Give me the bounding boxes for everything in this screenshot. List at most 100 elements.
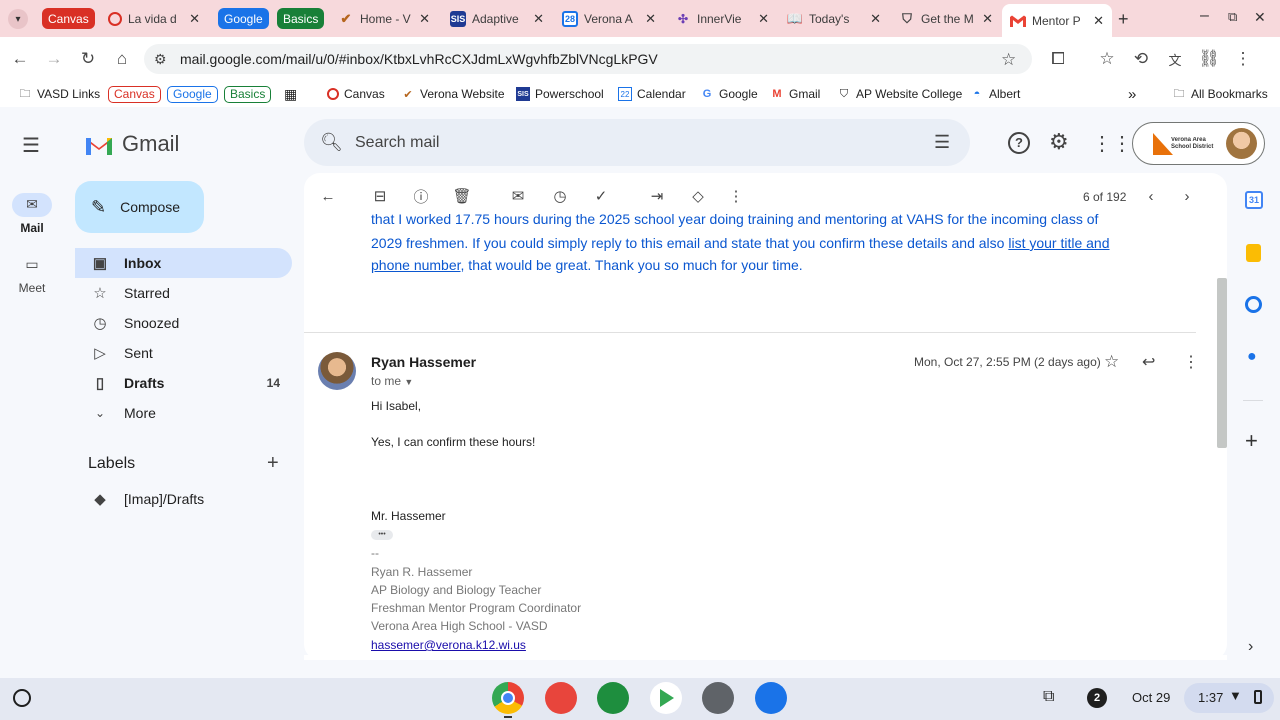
label-imap-drafts[interactable]: ◆ [Imap]/Drafts [75, 484, 292, 514]
files-app-icon[interactable] [755, 682, 787, 714]
archive-icon[interactable]: ⊟ [370, 186, 390, 206]
bookmark-group-basics[interactable]: Basics [224, 85, 272, 103]
reading-list-icon[interactable]: ☆ [1095, 47, 1119, 71]
close-tab-icon[interactable]: ✕ [419, 11, 430, 27]
newer-chevron-icon[interactable]: ‹ [1141, 186, 1161, 206]
settings-gear-icon[interactable]: ⚙ [1049, 129, 1069, 155]
google-contacts-icon[interactable]: ● [1247, 348, 1257, 366]
date-display[interactable]: Oct 29 [1132, 690, 1170, 705]
settings-app-icon[interactable] [702, 682, 734, 714]
nav-drafts[interactable]: ▯ Drafts 14 [75, 368, 292, 398]
nav-more[interactable]: ⌄ More [75, 398, 292, 428]
apps-grid-icon[interactable]: ▦ [284, 86, 297, 102]
restore-window-button[interactable]: ⧉ [1228, 9, 1237, 25]
bookmark-gmail[interactable]: M Gmail [770, 86, 820, 102]
screen-capture-icon[interactable]: ⧉ [1043, 688, 1054, 706]
bookmark-canvas[interactable]: Canvas [327, 86, 385, 102]
url-text[interactable]: mail.google.com/mail/u/0/#inbox/KtbxLvhR… [180, 51, 658, 67]
report-spam-icon[interactable]: ⓘ [411, 186, 431, 206]
rail-mail[interactable]: ✉ Mail [8, 196, 56, 235]
google-calendar-icon[interactable]: 31 [1245, 191, 1263, 209]
tab-get-the-m[interactable]: ⛉ Get the M ✕ [891, 5, 1001, 33]
history-icon[interactable]: ⟲ [1129, 47, 1153, 71]
delete-icon[interactable]: 🗑︎ [452, 186, 472, 206]
nav-starred[interactable]: ☆ Starred [75, 278, 292, 308]
hide-side-panel-icon[interactable]: › [1248, 638, 1253, 656]
tab-group-basics[interactable]: Basics [277, 8, 325, 29]
classroom-app-icon[interactable] [597, 682, 629, 714]
title-phone-link[interactable]: list your title and [1008, 235, 1109, 251]
sender-name[interactable]: Ryan Hassemer [371, 354, 476, 370]
bookmark-powerschool[interactable]: SIS Powerschool [516, 86, 604, 102]
bookmark-calendar[interactable]: 22 Calendar [618, 86, 686, 102]
bookmark-group-canvas[interactable]: Canvas [108, 85, 161, 103]
close-tab-icon[interactable]: ✕ [1093, 13, 1104, 29]
mark-unread-icon[interactable]: ✉ [508, 186, 528, 206]
snooze-icon[interactable]: ◷ [550, 186, 570, 206]
close-tab-icon[interactable]: ✕ [533, 11, 544, 27]
close-window-button[interactable]: ✕ [1254, 9, 1266, 26]
get-addons-icon[interactable]: + [1245, 428, 1258, 454]
gmail-logo[interactable]: Gmail [84, 131, 179, 157]
bookmark-google[interactable]: G Google [700, 86, 758, 102]
translate-icon[interactable]: 文 [1163, 47, 1187, 71]
rail-meet[interactable]: ▭ Meet [8, 256, 56, 295]
google-tasks-icon[interactable] [1245, 296, 1262, 313]
tab-mentor-active[interactable]: Mentor P ✕ [1002, 4, 1112, 37]
chrome-app-icon[interactable] [492, 682, 524, 714]
bookmark-group-google[interactable]: Google [167, 85, 218, 103]
close-tab-icon[interactable]: ✕ [645, 11, 656, 27]
forward-arrow-icon[interactable]: → [42, 47, 66, 71]
bookmarks-overflow-button[interactable]: » [1128, 86, 1136, 103]
tab-search-button[interactable]: ▾ [8, 9, 28, 29]
show-trimmed-button[interactable]: ••• [371, 530, 393, 540]
nav-snoozed[interactable]: ◷ Snoozed [75, 308, 292, 338]
close-tab-icon[interactable]: ✕ [189, 11, 200, 27]
back-to-inbox-icon[interactable]: ← [318, 186, 338, 206]
bookmark-ap-website[interactable]: ⛉ AP Website College [837, 86, 962, 102]
tab-adaptive[interactable]: SIS Adaptive ✕ [442, 5, 552, 33]
tab-innerview[interactable]: ✣ InnerVie ✕ [667, 5, 777, 33]
canva-app-icon[interactable] [545, 682, 577, 714]
tab-home-verona[interactable]: ✔ Home - V ✕ [330, 5, 438, 33]
site-settings-icon[interactable]: ⚙ [154, 51, 167, 68]
nav-sent[interactable]: ▷ Sent [75, 338, 292, 368]
search-input[interactable]: Search mail [355, 134, 439, 152]
move-to-icon[interactable]: ⇥ [647, 186, 667, 206]
reload-icon[interactable]: ↻ [76, 47, 100, 71]
reply-icon[interactable]: ↩ [1142, 352, 1155, 372]
message-scrollbar[interactable] [1217, 278, 1227, 448]
phone-number-link[interactable]: phone number [371, 257, 461, 273]
tab-la-vida[interactable]: La vida d ✕ [100, 5, 208, 33]
notification-badge[interactable]: 2 [1087, 688, 1107, 708]
link-icon[interactable]: ⛓ [1197, 47, 1221, 71]
search-options-icon[interactable]: ☰ [934, 132, 950, 153]
close-tab-icon[interactable]: ✕ [870, 11, 881, 27]
nav-inbox[interactable]: ▣ Inbox [75, 248, 292, 278]
google-keep-icon[interactable] [1246, 244, 1261, 262]
message-more-icon[interactable]: ⋮ [1183, 352, 1199, 372]
older-chevron-icon[interactable]: › [1177, 186, 1197, 206]
all-bookmarks-button[interactable]: 🗀 All Bookmarks [1172, 86, 1268, 102]
search-icon[interactable]: 🔍︎ [320, 132, 343, 153]
play-store-icon[interactable] [650, 682, 682, 714]
create-label-button[interactable]: + [267, 452, 279, 475]
compose-button[interactable]: ✎ Compose [75, 181, 204, 233]
help-icon[interactable]: ? [1008, 132, 1030, 154]
label-icon[interactable]: ◇ [688, 186, 708, 206]
bookmark-star-icon[interactable]: ☆ [1001, 50, 1016, 70]
tab-todays[interactable]: 📖 Today's ✕ [779, 5, 889, 33]
tab-group-canvas[interactable]: Canvas [42, 8, 95, 29]
back-arrow-icon[interactable]: ← [8, 47, 32, 71]
main-menu-icon[interactable]: ☰ [22, 133, 40, 158]
chrome-menu-icon[interactable]: ⋮ [1231, 47, 1255, 71]
launcher-icon[interactable] [13, 689, 31, 707]
recipient-line[interactable]: to me ▼ [371, 374, 413, 388]
account-switcher[interactable]: Verona Area School District [1132, 122, 1265, 165]
bookmark-albert[interactable]: ◓ Albert [970, 86, 1021, 102]
add-task-icon[interactable]: ✓ [591, 186, 611, 206]
bookmark-verona-website[interactable]: ✔ Verona Website [401, 86, 504, 102]
star-message-icon[interactable]: ☆ [1104, 352, 1119, 372]
tab-group-google[interactable]: Google [218, 8, 269, 29]
home-icon[interactable]: ⌂ [110, 47, 134, 71]
